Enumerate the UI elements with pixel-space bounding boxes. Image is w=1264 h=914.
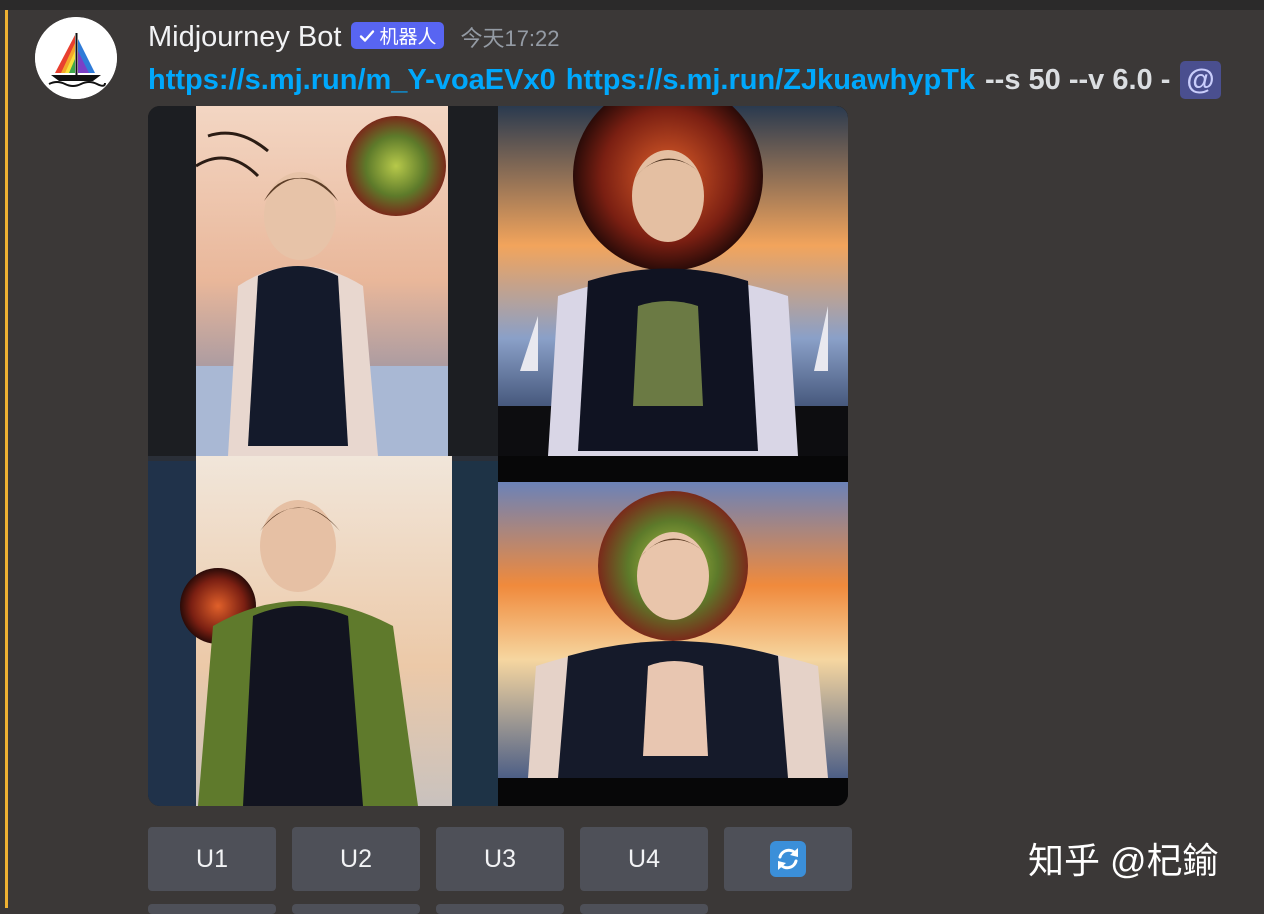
- bot-avatar[interactable]: [35, 17, 117, 99]
- top-divider-strip: [0, 0, 1264, 10]
- refresh-icon: [770, 841, 806, 877]
- verified-check-icon: [360, 29, 375, 42]
- upscale-3-button[interactable]: U3: [436, 827, 564, 891]
- prompt-parameters: --s 50 --v 6.0 -: [985, 63, 1171, 96]
- sailboat-logo-icon: [35, 17, 117, 99]
- reroll-button[interactable]: [724, 827, 852, 891]
- message-header: Midjourney Bot 机器人 今天17:22: [148, 20, 560, 54]
- bot-tag: 机器人: [351, 22, 445, 49]
- generated-image-grid[interactable]: [148, 106, 848, 806]
- upscale-2-button[interactable]: U2: [292, 827, 420, 891]
- bot-tag-label: 机器人: [379, 27, 437, 48]
- user-mention[interactable]: @: [1180, 61, 1221, 99]
- variation-button-stub[interactable]: [580, 904, 708, 914]
- mention-highlight-bar: [5, 10, 8, 908]
- image-tile-3[interactable]: [148, 456, 498, 806]
- image-tile-1[interactable]: [148, 106, 498, 456]
- message-timestamp: 今天17:22: [460, 26, 560, 51]
- zhihu-watermark: 知乎 @杞鍮: [1028, 840, 1219, 881]
- image-tile-2[interactable]: [498, 106, 848, 456]
- upscale-1-button[interactable]: U1: [148, 827, 276, 891]
- prompt-link-1[interactable]: https://s.mj.run/m_Y-voaEVx0: [148, 64, 556, 97]
- variation-button-stub[interactable]: [292, 904, 420, 914]
- upscale-4-button[interactable]: U4: [580, 827, 708, 891]
- image-tile-4[interactable]: [498, 456, 848, 806]
- variation-button-stub[interactable]: [148, 904, 276, 914]
- variation-button-stub[interactable]: [436, 904, 564, 914]
- prompt-line: https://s.mj.run/m_Y-voaEVx0 https://s.m…: [148, 60, 1221, 100]
- prompt-link-2[interactable]: https://s.mj.run/ZJkuawhypTk: [566, 64, 975, 97]
- author-name[interactable]: Midjourney Bot: [148, 21, 341, 54]
- variation-button-row-partial: [148, 904, 708, 914]
- upscale-button-row: U1 U2 U3 U4: [148, 827, 852, 891]
